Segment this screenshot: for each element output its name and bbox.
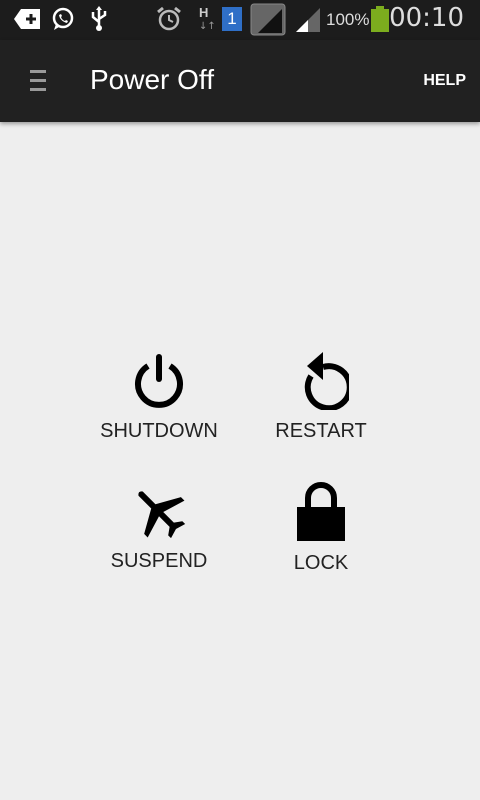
status-bar: H ↓↑ 1 100% 00:10 [0, 0, 480, 40]
lock-label: LOCK [293, 552, 349, 574]
battery-percent: 100% [326, 10, 370, 29]
lock-button[interactable]: LOCK [246, 482, 396, 575]
suspend-label: SUSPEND [110, 550, 208, 572]
shutdown-label: SHUTDOWN [100, 420, 218, 442]
battery-icon [371, 6, 389, 32]
restart-icon [304, 352, 349, 410]
signal-icon [296, 8, 320, 32]
drawer-menu-icon[interactable] [30, 70, 46, 94]
notification-add-icon [14, 9, 40, 29]
usb-icon [91, 6, 107, 31]
hspa-data-icon: H [199, 5, 209, 20]
whatsapp-icon [52, 7, 74, 30]
alarm-icon [157, 6, 181, 31]
help-button[interactable]: HELP [423, 72, 466, 90]
airplane-icon [138, 491, 186, 539]
shutdown-button[interactable]: SHUTDOWN [84, 354, 234, 443]
sim-1-icon: 1 [222, 7, 242, 31]
signal-icon [250, 3, 286, 36]
page-title: Power Off [90, 64, 214, 95]
app-bar: Power Off HELP [0, 40, 480, 122]
restart-label: RESTART [275, 420, 367, 442]
suspend-button[interactable]: SUSPEND [84, 482, 234, 573]
lock-icon [297, 482, 345, 541]
power-icon [135, 354, 183, 408]
clock: 00:10 [389, 3, 464, 33]
restart-button[interactable]: RESTART [246, 352, 396, 443]
